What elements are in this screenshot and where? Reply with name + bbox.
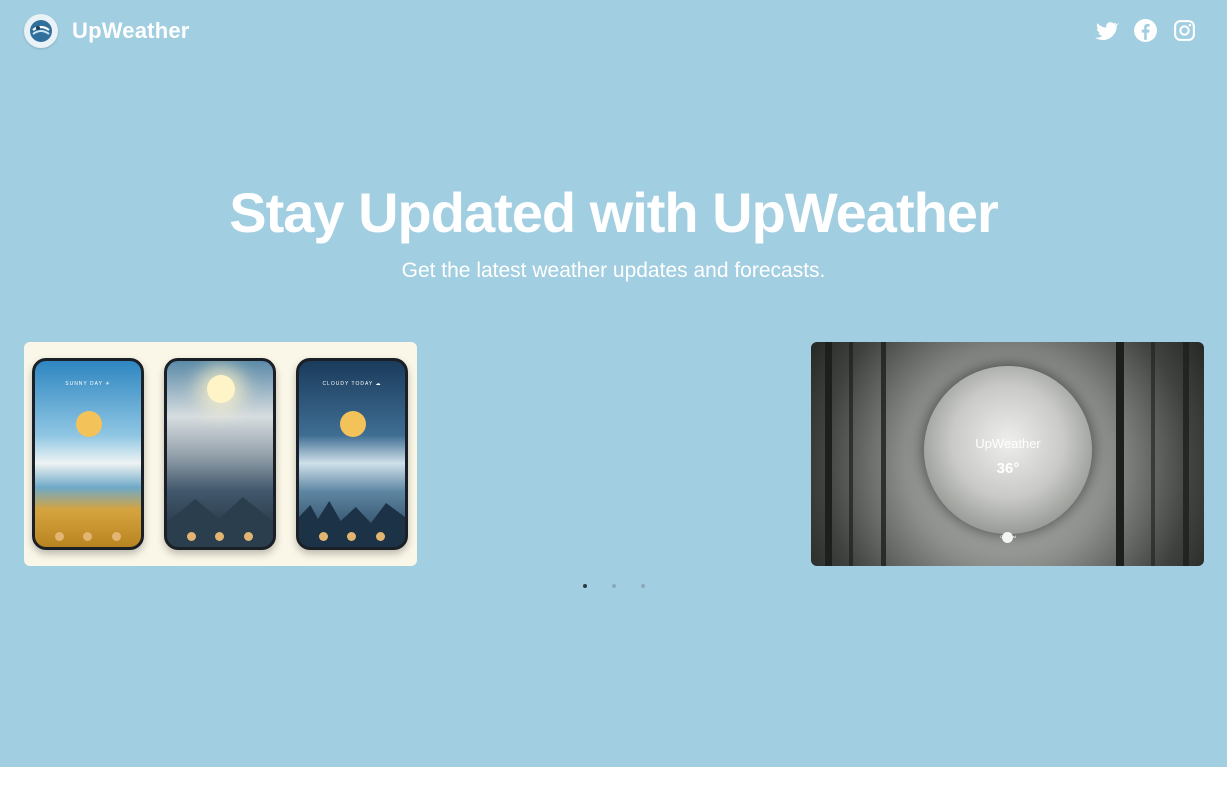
hero-title: Stay Updated with UpWeather — [229, 181, 999, 244]
hero-section: UpWeather Stay Updated with UpWeather Ge… — [0, 0, 1227, 767]
weather-portal: UpWeather 36° Overcast — [924, 366, 1092, 539]
phone-mockup-cloudy: CLOUDY TODAY ☁ — [296, 358, 408, 550]
portal-brand: UpWeather — [975, 436, 1041, 451]
instagram-icon[interactable] — [1172, 18, 1197, 43]
carousel-dot-3[interactable] — [640, 584, 645, 588]
tree-trunk — [1151, 342, 1155, 566]
social-links — [1094, 18, 1197, 43]
phone-label: SUNNY DAY ☀ — [65, 381, 111, 387]
tree-trunk — [825, 342, 832, 566]
phone-mockup-clouds — [164, 358, 276, 550]
carousel-indicators — [0, 584, 1227, 588]
carousel-dot-1[interactable] — [582, 584, 587, 588]
tree-trunk — [849, 342, 853, 566]
sun-icon — [76, 411, 102, 437]
tree-trunk — [1116, 342, 1124, 566]
phone-nav-dots — [299, 532, 405, 541]
twitter-icon[interactable] — [1094, 18, 1119, 43]
carousel-dot-2[interactable] — [611, 584, 616, 588]
weather-logo-icon — [24, 14, 58, 48]
portal-button[interactable] — [1002, 532, 1013, 543]
phone-label: CLOUDY TODAY ☁ — [322, 381, 382, 387]
sun-icon — [340, 411, 366, 437]
navbar: UpWeather — [0, 0, 1227, 62]
portal-temperature: 36° — [996, 460, 1020, 477]
tree-trunk — [881, 342, 886, 566]
carousel-slide-forest[interactable]: UpWeather 36° Overcast — [811, 342, 1204, 566]
brand[interactable]: UpWeather — [24, 14, 190, 48]
phone-nav-dots — [35, 532, 141, 541]
phone-nav-dots — [167, 532, 273, 541]
tree-trunk — [1183, 342, 1189, 566]
hero-subtitle: Get the latest weather updates and forec… — [401, 259, 826, 282]
brand-name: UpWeather — [72, 18, 190, 43]
sun-icon — [207, 375, 235, 403]
carousel-slide-phones[interactable]: SUNNY DAY ☀ CLOUDY TODAY ☁ — [24, 342, 417, 566]
phone-mockup-sunny: SUNNY DAY ☀ — [32, 358, 144, 550]
facebook-icon[interactable] — [1133, 18, 1158, 43]
